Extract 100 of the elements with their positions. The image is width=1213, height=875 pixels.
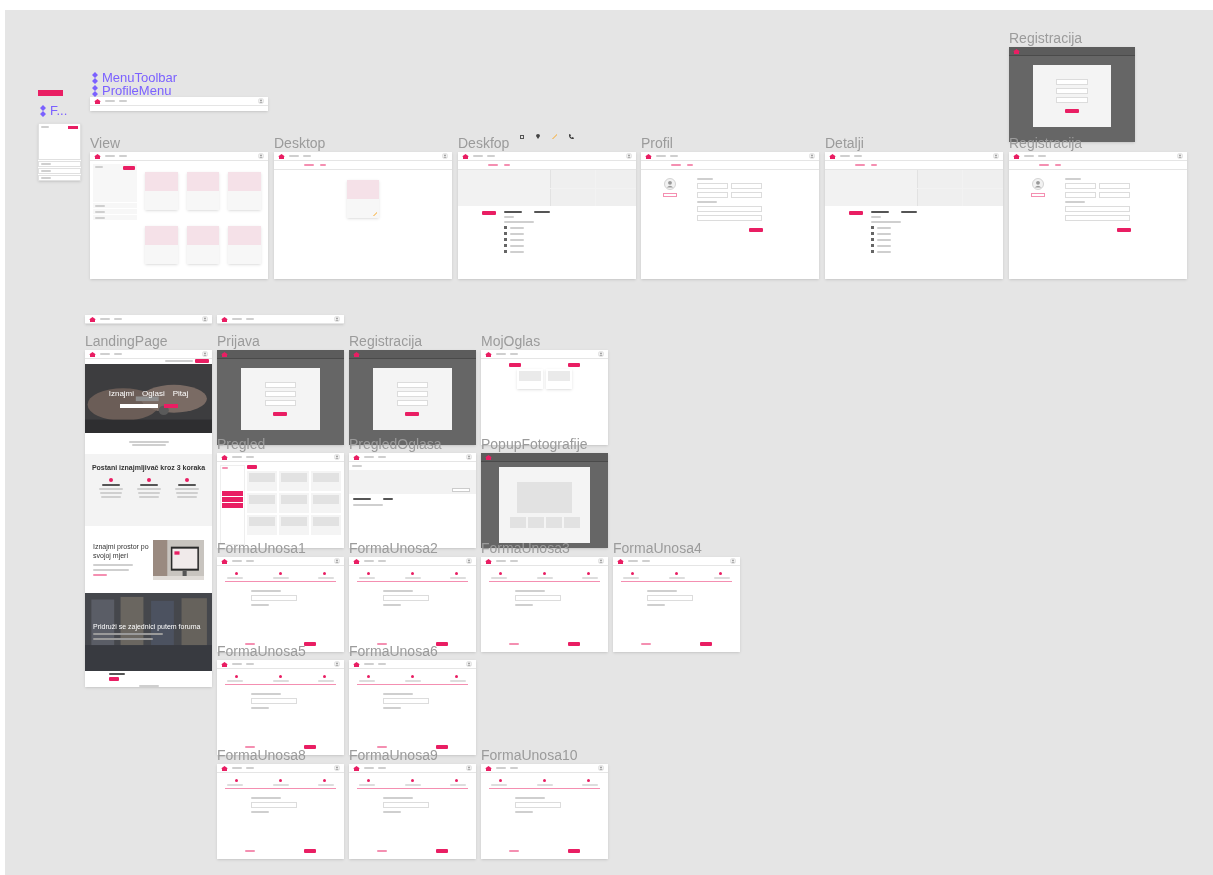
listing-card[interactable] bbox=[311, 493, 341, 513]
input-field[interactable] bbox=[697, 215, 762, 221]
avatar-icon[interactable] bbox=[1032, 178, 1044, 190]
input-field[interactable] bbox=[1065, 192, 1096, 198]
input-field[interactable] bbox=[731, 192, 762, 198]
avatar-icon[interactable] bbox=[466, 661, 472, 667]
avatar-icon[interactable] bbox=[664, 178, 676, 190]
listing-card[interactable] bbox=[347, 180, 379, 218]
frame-title[interactable]: PopupFotografije bbox=[481, 437, 588, 451]
avatar-icon[interactable] bbox=[466, 558, 472, 564]
button-component[interactable] bbox=[38, 90, 63, 96]
input-field[interactable] bbox=[396, 391, 429, 397]
input-field[interactable] bbox=[1099, 183, 1130, 189]
listing-card[interactable] bbox=[279, 471, 309, 491]
input-field[interactable] bbox=[731, 183, 762, 189]
input-field[interactable] bbox=[697, 206, 762, 212]
input-field[interactable] bbox=[1065, 183, 1096, 189]
avatar-icon[interactable] bbox=[1177, 153, 1183, 159]
filter-row[interactable] bbox=[222, 503, 243, 508]
listing-card[interactable] bbox=[517, 369, 543, 389]
input-field[interactable] bbox=[1099, 192, 1130, 198]
frame-title[interactable]: Registracija bbox=[1009, 31, 1083, 45]
input-field[interactable] bbox=[383, 698, 429, 704]
search-field[interactable] bbox=[119, 403, 158, 408]
frame-title[interactable]: Desktop bbox=[274, 136, 326, 150]
filter-row[interactable] bbox=[93, 203, 137, 208]
input-field[interactable] bbox=[396, 382, 429, 388]
input-field[interactable] bbox=[383, 802, 429, 808]
avatar-icon[interactable] bbox=[598, 351, 604, 357]
hero-link[interactable]: Oglasi bbox=[142, 389, 165, 398]
avatar-icon[interactable] bbox=[598, 558, 604, 564]
frame-title[interactable]: Deskfop bbox=[458, 136, 510, 150]
avatar-icon[interactable] bbox=[730, 558, 736, 564]
listing-card[interactable] bbox=[228, 172, 261, 210]
listing-card[interactable] bbox=[247, 471, 277, 491]
input-field[interactable] bbox=[1056, 79, 1088, 85]
frame-title[interactable]: Profil bbox=[641, 136, 673, 150]
input-field[interactable] bbox=[697, 183, 728, 189]
avatar-icon[interactable] bbox=[466, 765, 472, 771]
list-row[interactable] bbox=[38, 161, 81, 167]
filter-row[interactable] bbox=[93, 209, 137, 214]
component-label[interactable]: ProfileMenu bbox=[102, 84, 172, 97]
frame-title[interactable]: View bbox=[90, 136, 121, 150]
filter-row[interactable] bbox=[222, 497, 243, 502]
input-field[interactable] bbox=[1065, 206, 1130, 212]
search-button[interactable] bbox=[163, 403, 178, 408]
frame-title[interactable]: MojOglas bbox=[481, 334, 541, 348]
listing-card[interactable] bbox=[279, 493, 309, 513]
input-field[interactable] bbox=[264, 400, 297, 406]
frame-title[interactable]: LandingPage bbox=[85, 334, 168, 348]
avatar-icon[interactable] bbox=[202, 316, 208, 322]
input-field[interactable] bbox=[383, 595, 429, 601]
avatar-icon[interactable] bbox=[334, 661, 340, 667]
listing-card[interactable] bbox=[247, 493, 277, 513]
input-field[interactable] bbox=[264, 382, 297, 388]
list-row[interactable] bbox=[38, 175, 81, 181]
avatar-icon[interactable] bbox=[334, 454, 340, 460]
input-field[interactable] bbox=[515, 802, 561, 808]
hero-link[interactable]: Iznajmi bbox=[108, 389, 135, 398]
input-field[interactable] bbox=[697, 192, 728, 198]
frame-title[interactable]: FormaUnosa1 bbox=[217, 541, 306, 555]
pencil-icon[interactable] bbox=[373, 212, 377, 216]
avatar-icon[interactable] bbox=[598, 765, 604, 771]
avatar-icon[interactable] bbox=[334, 558, 340, 564]
listing-card[interactable] bbox=[279, 515, 309, 535]
listing-card[interactable] bbox=[186, 226, 220, 264]
show-photos-button[interactable] bbox=[452, 488, 470, 492]
frame-title[interactable]: FormaUnosa10 bbox=[481, 748, 578, 762]
frame-title[interactable]: FormaUnosa8 bbox=[217, 748, 306, 762]
filter-row[interactable] bbox=[93, 215, 137, 220]
component-label[interactable]: F... bbox=[50, 104, 68, 117]
frame-title[interactable]: Detalji bbox=[825, 136, 864, 150]
avatar-icon[interactable] bbox=[258, 98, 264, 104]
avatar-icon[interactable] bbox=[334, 765, 340, 771]
input-field[interactable] bbox=[1056, 88, 1088, 94]
avatar-icon[interactable] bbox=[809, 153, 815, 159]
listing-card[interactable] bbox=[145, 226, 178, 264]
input-field[interactable] bbox=[515, 595, 561, 601]
list-row[interactable] bbox=[38, 168, 81, 174]
filter-row[interactable] bbox=[222, 491, 243, 496]
input-field[interactable] bbox=[264, 391, 297, 397]
frame-title[interactable]: Prijava bbox=[217, 334, 260, 348]
avatar-icon[interactable] bbox=[334, 316, 340, 322]
avatar-icon[interactable] bbox=[993, 153, 999, 159]
frame-title[interactable]: FormaUnosa2 bbox=[349, 541, 438, 555]
input-field[interactable] bbox=[647, 595, 693, 601]
listing-card[interactable] bbox=[311, 515, 341, 535]
input-field[interactable] bbox=[1056, 97, 1088, 103]
frame-title[interactable]: FormaUnosa6 bbox=[349, 644, 438, 658]
input-field[interactable] bbox=[1065, 215, 1130, 221]
input-field[interactable] bbox=[251, 595, 297, 601]
listing-card[interactable] bbox=[186, 172, 220, 210]
avatar-icon[interactable] bbox=[202, 351, 208, 357]
component-label[interactable]: MenuToolbar bbox=[102, 71, 178, 84]
input-field[interactable] bbox=[251, 802, 297, 808]
listing-card[interactable] bbox=[311, 471, 341, 491]
listing-card[interactable] bbox=[145, 172, 178, 210]
hero-link[interactable]: Pitaj bbox=[172, 389, 189, 398]
listing-card[interactable] bbox=[247, 515, 277, 535]
avatar-icon[interactable] bbox=[442, 153, 448, 159]
